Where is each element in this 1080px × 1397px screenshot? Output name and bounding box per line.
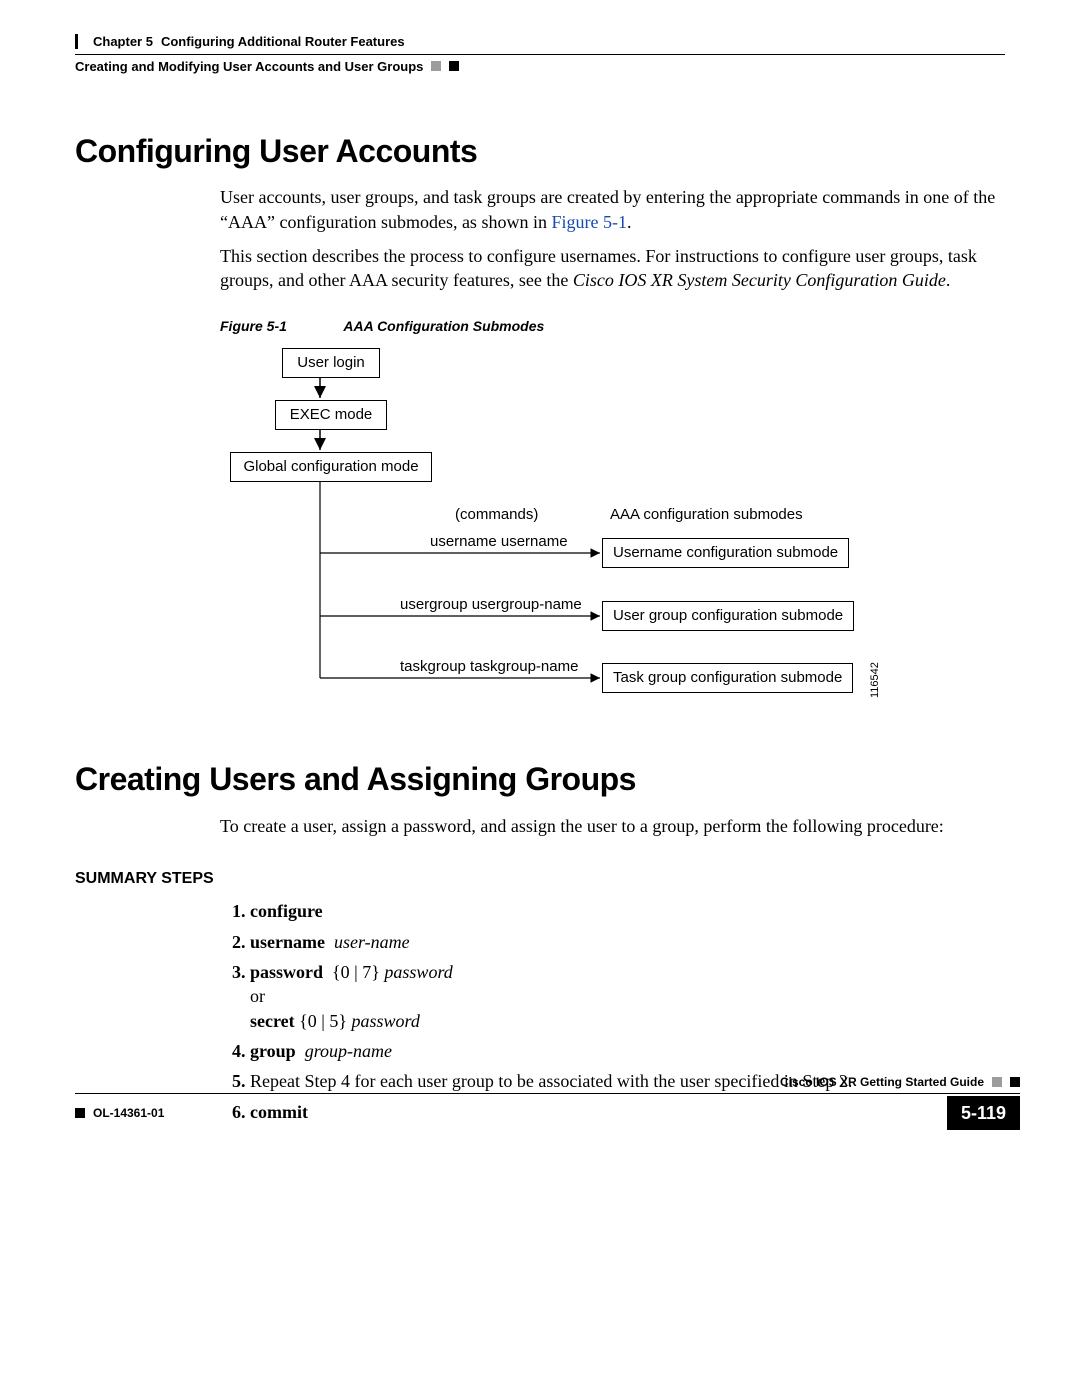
step1-kw: configure: [250, 901, 323, 921]
chapter-number: Chapter 5: [93, 33, 153, 51]
footer-doc-id: OL-14361-01: [93, 1105, 164, 1121]
figure-diagram: User login EXEC mode Global configuratio…: [220, 348, 1020, 728]
cmd-usergroup: usergroup usergroup-name: [400, 596, 582, 614]
header-section-right: Creating and Modifying User Accounts and…: [75, 58, 423, 76]
para-procedure-intro: To create a user, assign a password, and…: [220, 814, 1020, 838]
header-left-rule: [75, 34, 88, 49]
para-intro-1: User accounts, user groups, and task gro…: [220, 185, 1020, 234]
step3a-kw: password: [250, 962, 323, 982]
guide-title-italic: Cisco IOS XR System Security Configurati…: [573, 270, 946, 290]
step2-arg: user-name: [334, 932, 410, 952]
step4-arg: group-name: [305, 1041, 392, 1061]
para1-text-b: .: [627, 212, 632, 232]
box-usergroup-submode: User group configuration submode: [602, 601, 854, 631]
box-taskgroup-submode: Task group configuration submode: [602, 663, 853, 693]
step3a-opt: {0 | 7}: [332, 962, 380, 982]
body-block-2: To create a user, assign a password, and…: [220, 814, 1020, 838]
footer-rule: [75, 1093, 1020, 1094]
page: Chapter 5 Configuring Additional Router …: [0, 0, 1080, 1170]
box-global-config: Global configuration mode: [230, 452, 432, 482]
figure-link[interactable]: Figure 5-1: [551, 212, 627, 232]
page-number: 5-119: [947, 1096, 1020, 1130]
heading-creating-users: Creating Users and Assigning Groups: [75, 758, 1020, 801]
step3b-kw: secret: [250, 1011, 295, 1031]
footer-chip-icon: [75, 1108, 85, 1118]
figure-title: AAA Configuration Submodes: [343, 318, 544, 334]
para2-text-b: .: [946, 270, 951, 290]
footer-chip-icon: [992, 1077, 1002, 1087]
header-chip-icon: [449, 61, 459, 71]
step4-kw: group: [250, 1041, 296, 1061]
figure-image-id: 116542: [868, 662, 883, 698]
footer-chip-icon: [1010, 1077, 1020, 1087]
label-aaa-submodes: AAA configuration submodes: [610, 506, 803, 524]
box-exec-mode: EXEC mode: [275, 400, 387, 430]
cmd-taskgroup: taskgroup taskgroup-name: [400, 658, 578, 676]
page-footer: Cisco IOS XR Getting Started Guide OL-14…: [75, 1074, 1020, 1129]
box-user-login: User login: [282, 348, 380, 378]
body-block-1: User accounts, user groups, and task gro…: [220, 185, 1020, 728]
chapter-title: Configuring Additional Router Features: [161, 33, 405, 51]
step-1: configure: [250, 899, 1020, 923]
page-header: Chapter 5 Configuring Additional Router …: [75, 30, 1020, 75]
heading-configuring-user-accounts: Configuring User Accounts: [75, 130, 1020, 173]
step2-kw: username: [250, 932, 325, 952]
step-4: group group-name: [250, 1039, 1020, 1063]
header-rule: [75, 54, 1005, 55]
cmd-username: username username: [430, 533, 568, 551]
header-chip-icon: [431, 61, 441, 71]
step3b-arg: password: [352, 1011, 420, 1031]
figure-number: Figure 5-1: [220, 317, 340, 336]
step-2: username user-name: [250, 930, 1020, 954]
para-intro-2: This section describes the process to co…: [220, 244, 1020, 293]
figure-caption: Figure 5-1 AAA Configuration Submodes: [220, 317, 1020, 336]
step-3: password {0 | 7} password or secret {0 |…: [250, 960, 1020, 1033]
summary-steps-heading: SUMMARY STEPS: [75, 868, 1020, 890]
step3-or: or: [250, 986, 265, 1006]
footer-guide-title: Cisco IOS XR Getting Started Guide: [780, 1074, 984, 1090]
label-commands: (commands): [455, 506, 538, 524]
step3a-arg: password: [384, 962, 452, 982]
box-username-submode: Username configuration submode: [602, 538, 849, 568]
step3b-opt: {0 | 5}: [299, 1011, 347, 1031]
